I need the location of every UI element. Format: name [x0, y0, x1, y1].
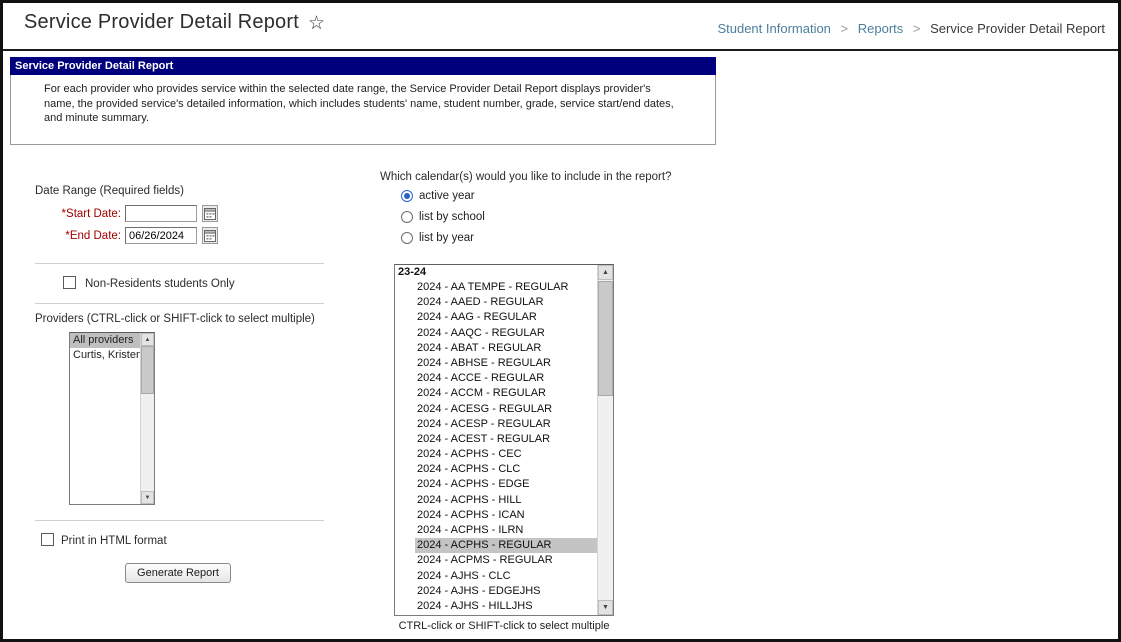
start-date-calendar-picker-icon[interactable]	[202, 205, 218, 222]
breadcrumb-current-page: Service Provider Detail Report	[930, 21, 1105, 36]
calendar-option-item[interactable]: 2024 - ACPHS - ILRN	[395, 523, 598, 538]
calendar-question: Which calendar(s) would you like to incl…	[380, 171, 672, 183]
non-residents-label: Non-Residents students Only	[85, 278, 235, 290]
print-html-checkbox[interactable]	[41, 533, 54, 546]
calendar-scope-options: active year list by school list by year	[401, 190, 485, 244]
generate-report-button[interactable]: Generate Report	[125, 563, 231, 583]
calendar-icon	[204, 208, 216, 220]
radio-label: list by school	[419, 211, 485, 223]
radio-label: active year	[419, 190, 475, 202]
calendar-option-item[interactable]: 2024 - AJHS - HILLJHS	[395, 599, 598, 614]
calendar-icon	[204, 230, 216, 242]
calendar-option-item[interactable]: 2024 - ACEST - REGULAR	[395, 432, 598, 447]
calendar-option-item[interactable]: 2024 - ACESG - REGULAR	[395, 402, 598, 417]
calendar-option-item[interactable]: 2024 - AAG - REGULAR	[395, 310, 598, 325]
divider	[35, 303, 324, 304]
calendar-listbox[interactable]: 23-24 2024 - AA TEMPE - REGULAR 2024 - A…	[394, 264, 614, 616]
end-date-label: *End Date:	[65, 230, 121, 242]
calendar-option-item[interactable]: 2024 - ACPHS - REGULAR	[395, 538, 598, 554]
radio-label: list by year	[419, 232, 474, 244]
end-date-input[interactable]	[125, 227, 197, 244]
scroll-down-icon[interactable]: ▼	[141, 491, 154, 504]
providers-list: All providers Curtis, Kristen	[70, 333, 141, 504]
non-residents-checkbox[interactable]	[63, 276, 76, 289]
calendar-option-item[interactable]: 2024 - ABAT - REGULAR	[395, 341, 598, 356]
breadcrumb-separator: >	[840, 21, 849, 36]
calendar-option-item[interactable]: 2024 - ACCM - REGULAR	[395, 386, 598, 401]
divider	[35, 263, 324, 264]
report-description-box: For each provider who provides service w…	[10, 75, 716, 145]
breadcrumb-student-information[interactable]: Student Information	[717, 21, 830, 36]
calendar-option-item[interactable]: 2024 - AA TEMPE - REGULAR	[395, 280, 598, 295]
calendar-option-item[interactable]: 2024 - AJHS - CLC	[395, 569, 598, 584]
calendar-multiselect-hint: CTRL-click or SHIFT-click to select mult…	[398, 620, 610, 632]
start-date-label: *Start Date:	[61, 208, 121, 220]
radio-button-icon	[401, 211, 413, 223]
service-provider-detail-report-page: Service Provider Detail Report ☆ Student…	[0, 0, 1121, 642]
calendar-scope-option[interactable]: list by year	[401, 232, 485, 244]
section-title-bar: Service Provider Detail Report	[10, 57, 716, 75]
radio-button-icon	[401, 232, 413, 244]
favorite-star-icon[interactable]: ☆	[308, 14, 325, 33]
calendar-items: 2024 - AA TEMPE - REGULAR 2024 - AAED - …	[395, 280, 598, 614]
calendar-option-item[interactable]: 2024 - ACCE - REGULAR	[395, 371, 598, 386]
scrollbar-thumb[interactable]	[141, 346, 154, 394]
start-date-input[interactable]	[125, 205, 197, 222]
scroll-down-icon[interactable]: ▼	[598, 600, 613, 615]
calendar-option-item[interactable]: 2024 - ACPHS - ICAN	[395, 508, 598, 523]
provider-option[interactable]: Curtis, Kristen	[70, 348, 141, 363]
calendar-option-item[interactable]: 2024 - ACPHS - CEC	[395, 447, 598, 462]
calendar-option-item[interactable]: 2024 - AJHS - EDGEJHS	[395, 584, 598, 599]
calendar-option-item[interactable]: 2024 - AAED - REGULAR	[395, 295, 598, 310]
calendar-option-item[interactable]: 2024 - ACPHS - HILL	[395, 493, 598, 508]
calendar-option-item[interactable]: 2024 - ACESP - REGULAR	[395, 417, 598, 432]
breadcrumb-separator: >	[912, 21, 921, 36]
calendar-scope-option[interactable]: active year	[401, 190, 485, 202]
calendar-scope-option[interactable]: list by school	[401, 211, 485, 223]
calendar-option-item[interactable]: 2024 - ACPMS - REGULAR	[395, 553, 598, 568]
report-description: For each provider who provides service w…	[44, 83, 674, 125]
end-date-calendar-picker-icon[interactable]	[202, 227, 218, 244]
calendar-scrollbar[interactable]: ▲ ▼	[597, 265, 613, 615]
page-title-wrap: Service Provider Detail Report ☆	[24, 11, 325, 34]
providers-heading: Providers (CTRL-click or SHIFT-click to …	[35, 313, 315, 325]
top-bar: Service Provider Detail Report ☆ Student…	[3, 3, 1118, 51]
date-range-heading: Date Range (Required fields)	[35, 185, 184, 197]
calendar-year-group-label: 23-24	[398, 266, 427, 278]
calendar-option-item[interactable]: 2024 - ABHSE - REGULAR	[395, 356, 598, 371]
providers-listbox[interactable]: All providers Curtis, Kristen ▲ ▼	[69, 332, 155, 505]
breadcrumb: Student Information > Reports > Service …	[717, 21, 1105, 36]
calendar-option-item[interactable]: 2024 - AAQC - REGULAR	[395, 326, 598, 341]
breadcrumb-reports[interactable]: Reports	[858, 21, 904, 36]
divider	[35, 520, 324, 521]
provider-option[interactable]: All providers	[70, 333, 141, 348]
page-title: Service Provider Detail Report	[24, 11, 299, 33]
calendar-option-item[interactable]: 2024 - ACPHS - CLC	[395, 462, 598, 477]
scroll-up-icon[interactable]: ▲	[598, 265, 613, 280]
scroll-up-icon[interactable]: ▲	[141, 333, 154, 346]
calendar-list: 23-24 2024 - AA TEMPE - REGULAR 2024 - A…	[395, 265, 598, 615]
calendar-option-item[interactable]: 2024 - ACPHS - EDGE	[395, 477, 598, 492]
providers-scrollbar[interactable]: ▲ ▼	[140, 333, 154, 504]
print-html-label: Print in HTML format	[61, 535, 167, 547]
radio-button-icon	[401, 190, 413, 202]
scrollbar-thumb[interactable]	[598, 281, 613, 396]
